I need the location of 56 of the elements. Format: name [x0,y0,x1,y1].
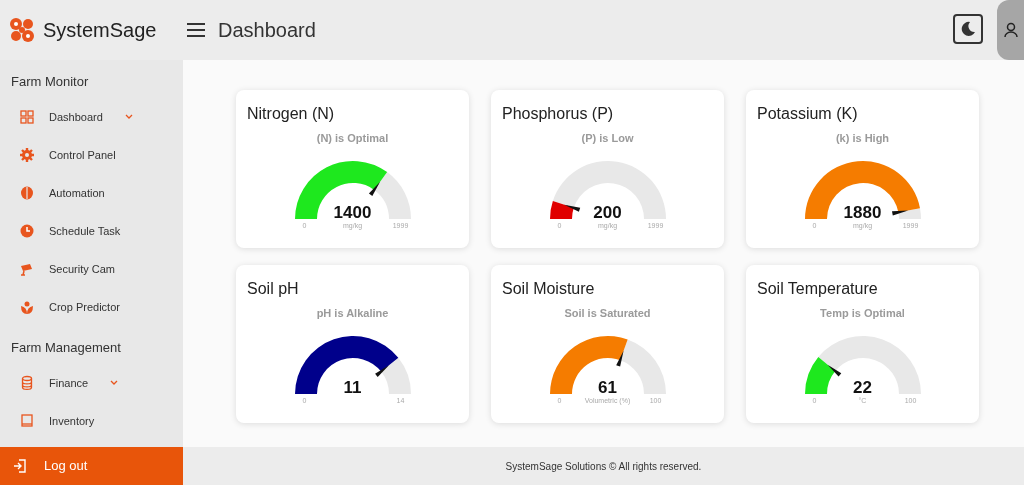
logout-icon [13,459,27,473]
logout-button[interactable]: Log out [0,447,183,485]
gear-icon [19,147,35,163]
status-text: Soil is Saturated [564,306,651,321]
gauge-needle [827,364,841,377]
gauge-value: 1880 [843,203,882,221]
card-title: Soil Moisture [502,280,595,297]
section-heading: Farm Monitor [11,74,89,89]
nav-item[interactable]: Control Panel [0,136,183,174]
gauge-needle [891,209,908,215]
grid-icon [19,109,35,125]
section-heading: Farm Management [11,340,121,355]
card-title: Phosphorus (P) [502,105,614,122]
logo-icon [9,17,35,43]
database-icon [19,375,35,391]
user-button[interactable] [997,0,1024,60]
sprout-icon [19,299,35,315]
copyright-text: SystemSage Solutions © All rights reserved. [505,459,702,474]
gauge-value: 22 [853,378,872,396]
gauge-needle [374,364,389,377]
gauge-needle [563,204,580,212]
nav-item[interactable]: Automation [0,174,183,212]
nav-item[interactable]: Dashboard [0,98,183,136]
status-text: (N) is Optimal [316,131,389,146]
nav-item[interactable]: Security Cam [0,250,183,288]
card-title: Nitrogen (N) [247,105,335,122]
gauge-track [897,207,921,219]
screen-icon [19,413,35,429]
page-title: Dashboard [218,18,316,43]
moon-icon [960,21,976,37]
user-icon [1003,22,1018,38]
gauge-value: 11 [343,378,362,396]
camera-icon [19,261,35,277]
clock-icon [19,223,35,239]
card-title: Soil Temperature [757,280,878,297]
status-text: (k) is High [835,131,890,146]
nav-item[interactable]: Finance [0,364,183,402]
theme-button[interactable] [953,14,983,44]
status-text: Temp is Optimal [820,306,905,321]
gauge-value: 200 [593,203,622,221]
gauge-track [619,338,666,394]
status-text: (P) is Low [581,131,634,146]
status-text: pH is Alkaline [316,306,389,321]
nav-item[interactable]: Schedule Task [0,212,183,250]
nav-item[interactable]: Inventory [0,402,183,440]
gauge-value: 61 [598,378,617,396]
gauge-track [380,357,411,394]
nav-item[interactable]: Crop Predictor [0,288,183,326]
gauge-needle [615,350,624,367]
gauge-value: 1400 [333,203,372,221]
menu-icon[interactable] [186,22,206,38]
gauge-track [373,171,411,219]
card-title: Soil pH [247,280,299,297]
brand-name: SystemSage [43,18,157,43]
gauge-needle [368,181,380,196]
card-title: Potassium (K) [757,105,858,122]
